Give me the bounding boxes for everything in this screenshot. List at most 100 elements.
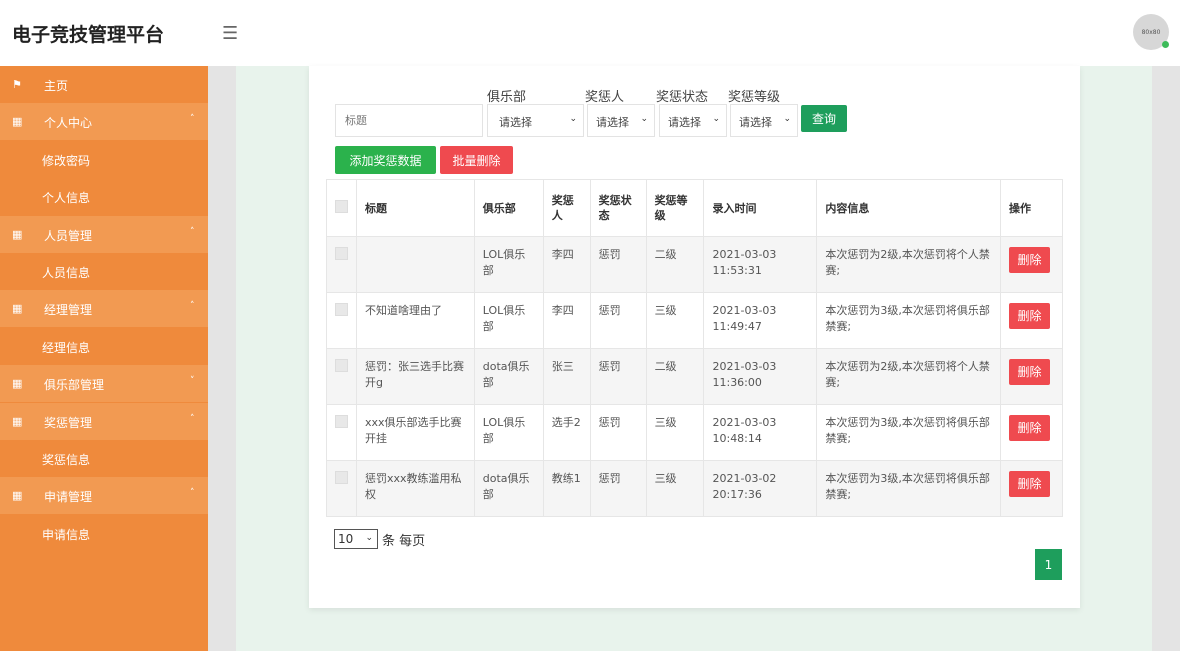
cell-content: 本次惩罚为3级,本次惩罚将俱乐部禁赛; [816,460,1001,517]
grid-icon: ▦ [12,377,23,391]
delete-button[interactable]: 删除 [1008,303,1050,329]
sidebar-item[interactable]: 人员信息 [0,253,208,290]
sidebar-item-label: 奖惩管理 [44,415,93,430]
cell-person: 选手2 [542,404,591,461]
cell-title: 不知道啥理由了 [356,292,475,349]
cell-level: 二级 [645,236,705,293]
sidebar-item[interactable]: 个人信息 [0,178,208,215]
table-row: 不知道啥理由了 LOL俱乐部 李四 惩罚 三级 2021-03-03 11:49:47 本次… [326,292,1064,349]
sidebar-item[interactable]: 奖惩信息 [0,440,208,477]
sidebar-item[interactable]: ▦ 奖惩管理 ˄ [0,402,208,440]
chevron-down-icon: ⌄ [640,114,648,124]
cell-title: xxx俱乐部选手比赛开挂 [356,404,475,461]
cell-time: 2021-03-03 11:49:47 [703,292,818,349]
level-select[interactable]: 请选择 ⌄ [730,104,798,137]
cell-person: 张三 [542,348,591,405]
page-button-current[interactable]: 1 [1035,549,1062,580]
table-row: LOL俱乐部 李四 惩罚 二级 2021-03-03 11:53:31 本次惩罚为2级,本… [326,236,1064,293]
sidebar-item-label: 申请信息 [42,527,91,542]
cell-status: 惩罚 [589,292,647,349]
sidebar-item-label: 个人信息 [42,191,91,206]
cell-club: LOL俱乐部 [473,292,544,349]
col-header: 奖惩人 [542,179,591,237]
sidebar-item-label: 人员管理 [44,228,93,243]
batch-delete-button[interactable]: 批量删除 [440,146,513,174]
table-header-row: 标题 俱乐部 奖惩人 奖惩状态 奖惩等级 录入时间 内容信息 操作 [326,179,1064,237]
sidebar-item[interactable]: 经理信息 [0,328,208,365]
sidebar-item-label: 个人中心 [44,116,93,131]
row-checkbox[interactable] [335,415,348,428]
sidebar-item-label: 修改密码 [42,153,91,168]
sidebar-item-label: 俱乐部管理 [44,378,105,393]
cell-actions: 删除 [999,236,1064,293]
grid-icon: ▦ [12,227,23,241]
cell-status: 惩罚 [589,404,647,461]
sidebar-item[interactable]: ▦ 个人中心 ˄ [0,103,208,141]
cell-status: 惩罚 [589,348,647,405]
chevron-up-icon: ˄ [190,488,195,499]
chevron-down-icon: ⌄ [365,533,373,543]
filter-label-person: 奖惩人 [585,90,625,105]
chevron-down-icon: ⌄ [712,114,720,124]
online-status-dot [1162,41,1169,48]
page-size-select[interactable]: 10 ⌄ [334,529,378,549]
status-select[interactable]: 请选择 ⌄ [659,104,727,137]
grid-icon: ▦ [12,302,23,316]
chevron-up-icon: ˄ [190,413,195,424]
cell-time: 2021-03-02 20:17:36 [703,460,818,517]
filter-label-status: 奖惩状态 [656,90,709,105]
delete-button[interactable]: 删除 [1008,471,1050,497]
cell-actions: 删除 [999,460,1064,517]
row-checkbox[interactable] [335,359,348,372]
app-title: 电子竞技管理平台 [12,24,165,46]
chevron-up-icon: ˄ [190,301,195,312]
hamburger-icon[interactable]: ☰ [222,23,238,44]
select-all-checkbox[interactable] [335,199,348,213]
cell-person: 李四 [542,236,591,293]
sidebar-item[interactable]: ▦ 人员管理 ˄ [0,215,208,253]
chevron-up-icon: ˄ [190,114,195,125]
right-gutter [1152,66,1180,651]
cell-person: 教练1 [542,460,591,517]
sidebar-item-label: 申请管理 [44,490,93,505]
club-select[interactable]: 请选择 ⌄ [487,104,584,137]
add-record-button[interactable]: 添加奖惩数据 [335,146,436,174]
sidebar-item[interactable]: ⚑ 主页 [0,66,208,103]
table-row: 惩罚：张三选手比赛开g dota俱乐部 张三 惩罚 二级 2021-03-03 11:36… [326,348,1064,405]
cell-status: 惩罚 [589,460,647,517]
sidebar-item-label: 奖惩信息 [42,453,91,467]
col-header: 奖惩等级 [645,179,705,237]
delete-button[interactable]: 删除 [1008,359,1050,385]
title-search-input[interactable] [335,104,483,137]
cell-actions: 删除 [999,348,1064,405]
sidebar-item[interactable]: 修改密码 [0,141,208,178]
cell-level: 三级 [645,292,705,349]
sidebar-item[interactable]: ▦ 经理管理 ˄ [0,290,208,328]
delete-button[interactable]: 删除 [1008,415,1050,441]
records-table: 标题 俱乐部 奖惩人 奖惩状态 奖惩等级 录入时间 内容信息 操作 LOL俱乐部… [326,179,1064,517]
cell-content: 本次惩罚为3级,本次惩罚将俱乐部禁赛; [816,292,1001,349]
sidebar-item[interactable]: 申请信息 [0,515,208,552]
row-checkbox[interactable] [335,471,348,484]
row-select-cell [326,404,357,461]
cell-club: dota俱乐部 [473,460,544,517]
person-select[interactable]: 请选择 ⌄ [587,104,655,137]
cell-person: 李四 [542,292,591,349]
row-checkbox[interactable] [335,247,348,260]
row-checkbox[interactable] [335,303,348,316]
sidebar-item[interactable]: ▦ 申请管理 ˄ [0,477,208,515]
sidebar-item[interactable]: ▦ 俱乐部管理 ˅ [0,365,208,403]
query-button[interactable]: 查询 [801,105,847,132]
sidebar-item-label: 主页 [44,79,69,93]
chevron-down-icon: ⌄ [569,114,577,124]
row-select-cell [326,460,357,517]
cell-title: 惩罚xxx教练滥用私权 [356,460,475,517]
cell-level: 三级 [645,460,705,517]
row-select-cell [326,236,357,293]
chevron-up-icon: ˄ [190,226,195,237]
delete-button[interactable]: 删除 [1008,247,1050,273]
col-header: 标题 [356,179,475,237]
chevron-down-icon: ⌄ [783,114,791,124]
col-header: 俱乐部 [473,179,544,237]
cell-club: LOL俱乐部 [473,404,544,461]
